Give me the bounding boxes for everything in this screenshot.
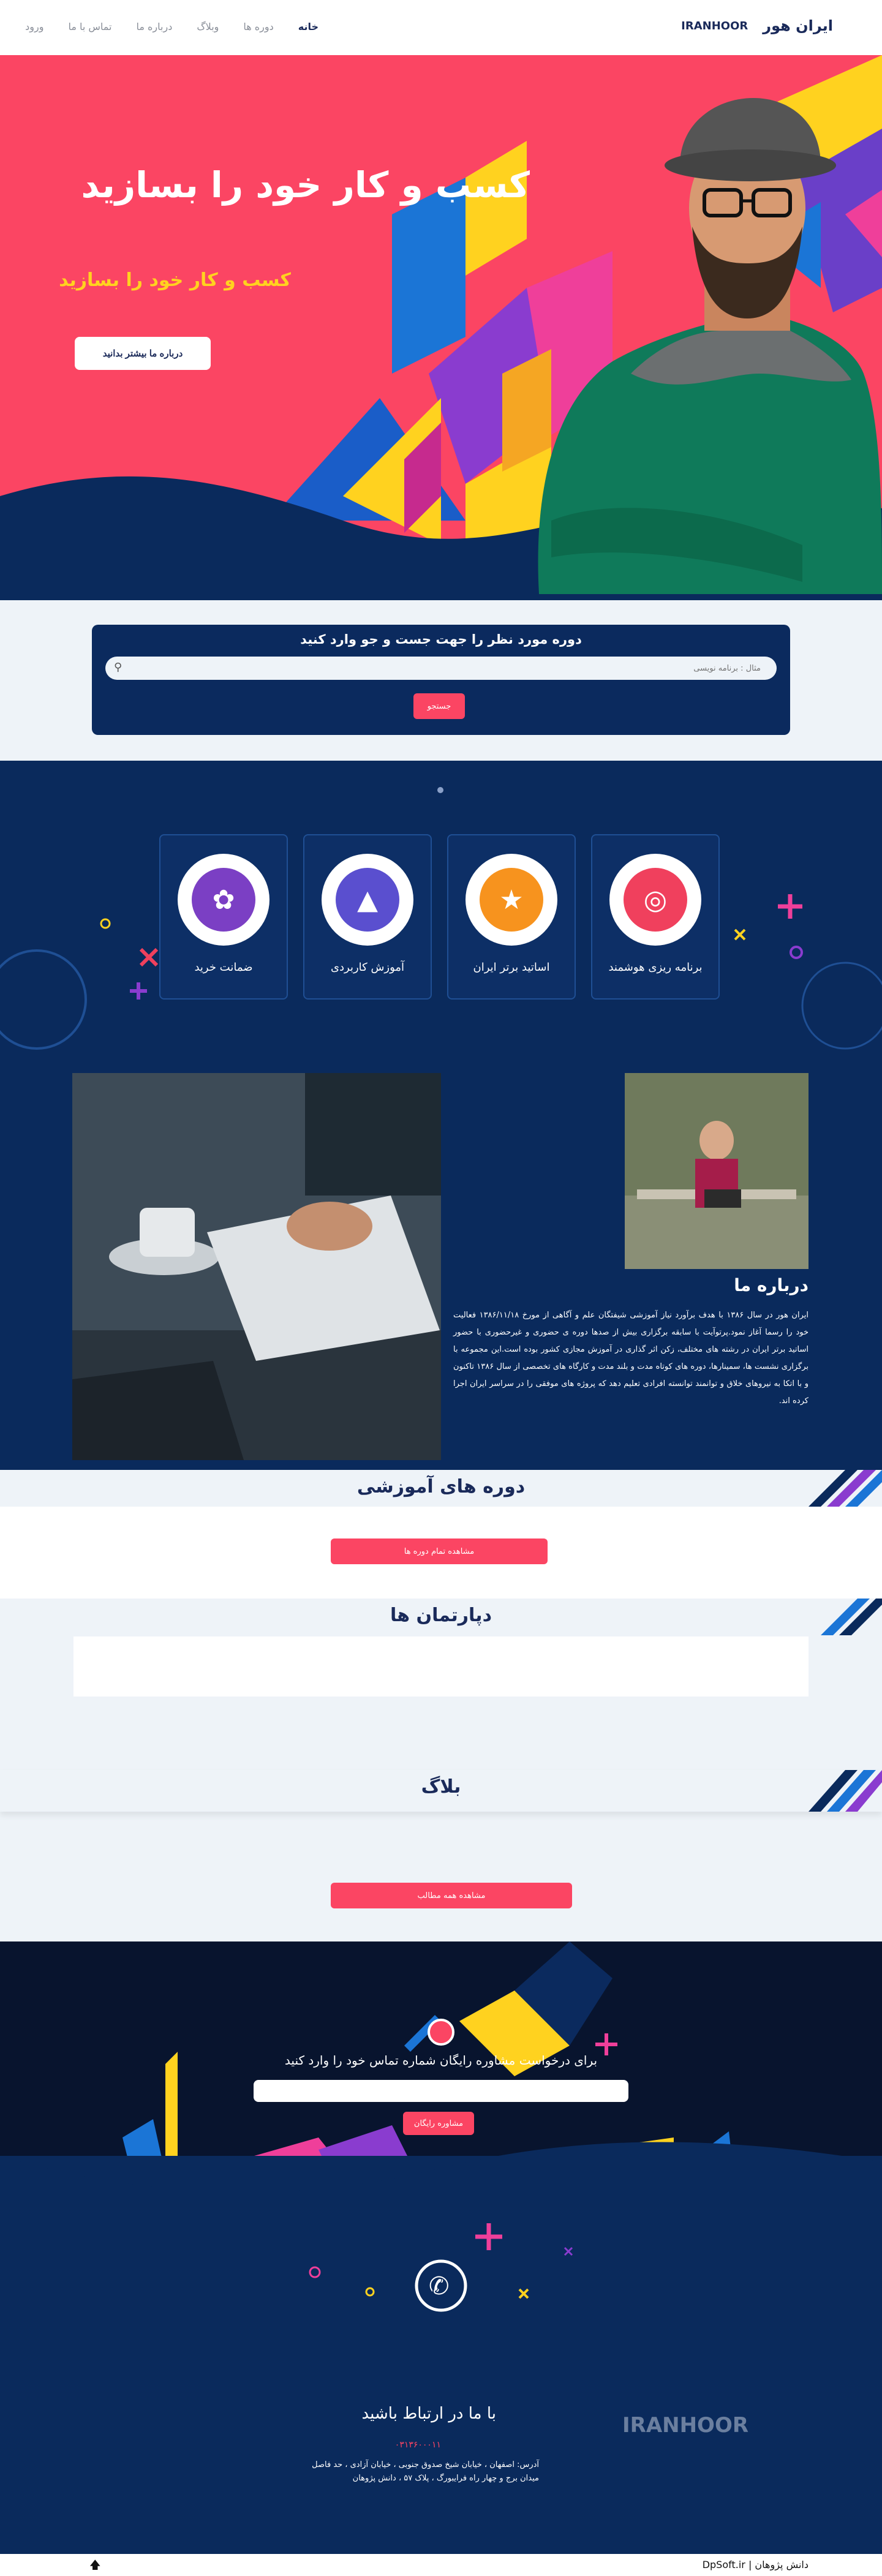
feature-label: آموزش کاربردی (330, 961, 405, 974)
about-title: درباره ما (734, 1275, 809, 1295)
all-posts-button[interactable]: مشاهده همه مطالب (331, 1883, 572, 1908)
nav-courses[interactable]: دوره ها (243, 21, 273, 32)
search-title: دوره مورد نظر را جهت جست و جو وارد کنید (300, 632, 582, 647)
feature-label: برنامه ریزی هوشمند (608, 961, 703, 974)
hero-section: کسب و کار خود را بسازید کسب و کار خود را… (0, 55, 882, 600)
credit[interactable]: دانش پژوهان | DpSoft.ir (703, 2559, 809, 2570)
footer-title: با ما در ارتباط باشید (361, 2405, 496, 2423)
about-laptop-image (72, 1073, 441, 1460)
back-to-top-icon[interactable]: 🡅 (89, 2558, 101, 2576)
bottom-bar: 🡅 دانش پژوهان | DpSoft.ir (0, 2554, 882, 2576)
search-field[interactable]: ⚲ (105, 657, 777, 680)
graduation-cap-icon: ▲ (336, 868, 399, 932)
search-input[interactable] (130, 660, 761, 676)
trophy-icon: ★ (480, 868, 543, 932)
brand-en: IRANHOOR (681, 19, 748, 32)
feature-card-1[interactable]: ◎ برنامه ریزی هوشمند (591, 834, 720, 1000)
main-nav: خانه دوره ها وبلاگ درباره ما تماس با ما … (12, 21, 331, 32)
search-button[interactable]: جستجو (413, 693, 465, 719)
feature-card-3[interactable]: ▲ آموزش کاربردی (303, 834, 432, 1000)
nav-contact[interactable]: تماس با ما (68, 21, 111, 32)
feature-card-4[interactable]: ✿ ضمانت خرید (159, 834, 288, 1000)
consult-title: برای درخواست مشاوره رایگان شماره تماس خو… (284, 2053, 598, 2068)
brain-icon: ✿ (192, 868, 255, 932)
footer-section: ✆ با ما در ارتباط باشید ۰۳۱۳۶۰۰۰۱۱ آدرس:… (0, 2142, 882, 2554)
hero-subtitle: کسب و کار خود را بسازید (59, 269, 291, 291)
footer-brand: IRANHOOR (622, 2413, 749, 2438)
footer-decor (309, 2223, 573, 2312)
about-text: ایران هور در سال ۱۳۸۶ با هدف برآورد نیاز… (453, 1311, 809, 1406)
nav-blog[interactable]: وبلاگ (197, 21, 219, 32)
search-icon: ⚲ (114, 661, 123, 674)
all-courses-button[interactable]: مشاهده تمام دوره ها (331, 1538, 548, 1564)
departments-title: دپارتمان ها (390, 1605, 492, 1626)
feature-card-2[interactable]: ★ اساتید برتر ایران (447, 834, 576, 1000)
hero-person-image (538, 98, 882, 594)
site-header: ایران هور IRANHOOR خانه دوره ها وبلاگ در… (0, 0, 882, 55)
brand[interactable]: ایران هور IRANHOOR (681, 17, 833, 34)
features-decor (0, 787, 882, 1050)
hero-title: کسب و کار خود را بسازید (81, 164, 530, 206)
nav-login[interactable]: ورود (25, 21, 43, 32)
footer-address: آدرس: اصفهان ، خیابان شیخ صدوق جنوبی ، خ… (312, 2460, 539, 2483)
footer-phone[interactable]: ۰۳۱۳۶۰۰۰۱۱ (395, 2440, 441, 2450)
nav-about[interactable]: درباره ما (137, 21, 173, 32)
about-woman-image (625, 1073, 809, 1269)
about-section: درباره ما ایران هور در سال ۱۳۸۶ با هدف ب… (0, 1073, 882, 1470)
blog-title: بلاگ (421, 1776, 461, 1798)
search-box: دوره مورد نظر را جهت جست و جو وارد کنید … (92, 625, 790, 735)
feature-label: ضمانت خرید (194, 961, 253, 974)
about-more-button[interactable]: درباره ما بیشتر بدانید (75, 337, 211, 370)
feature-label: اساتید برتر ایران (473, 961, 550, 974)
target-icon: ◎ (624, 868, 687, 932)
brand-fa: ایران هور (763, 17, 833, 34)
courses-title: دوره های آموزشی (356, 1476, 526, 1497)
features-section (0, 761, 882, 1073)
departments-list (74, 1636, 809, 1697)
phone-icon: ✆ (429, 2272, 450, 2300)
nav-home[interactable]: خانه (298, 21, 318, 32)
